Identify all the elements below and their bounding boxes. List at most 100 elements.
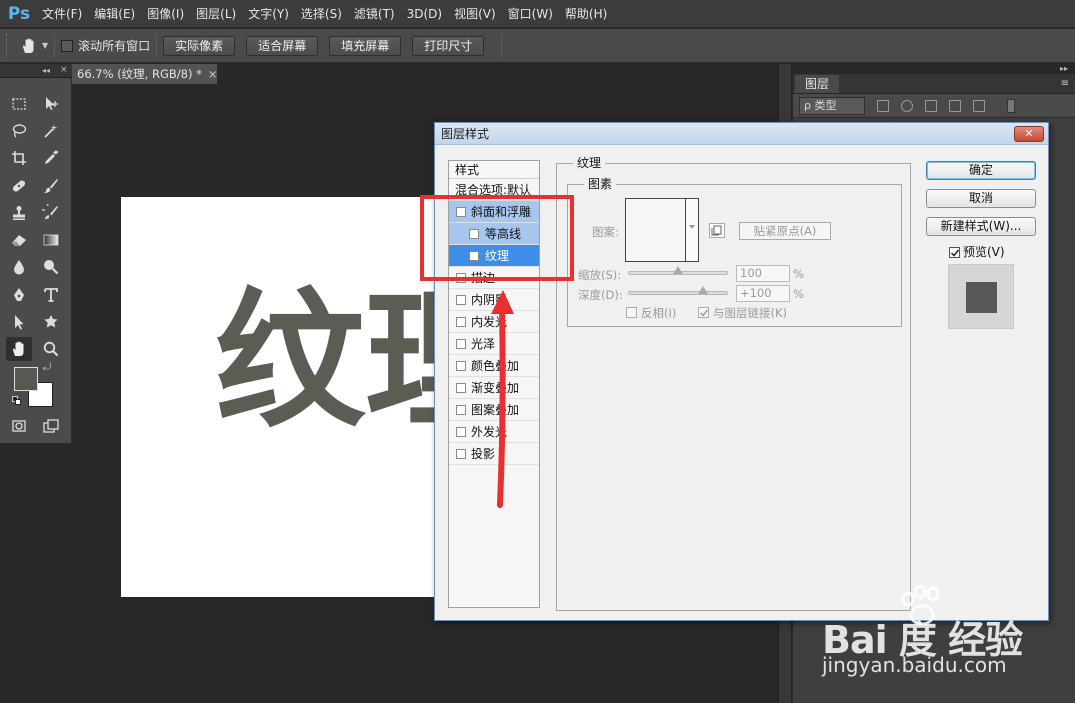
style-checkbox[interactable] [456,295,466,305]
move-tool-icon[interactable] [38,92,64,116]
collapse-panels-icon[interactable]: ▸▸ [1060,64,1068,73]
filter-adjustment-icon[interactable] [901,99,913,112]
style-checkbox[interactable] [456,449,466,459]
menu-type[interactable]: 文字(Y) [242,0,295,28]
filter-shape-icon[interactable] [949,99,961,112]
pattern-picker[interactable] [625,198,699,262]
style-checkbox[interactable] [456,317,466,327]
quick-mask-icon[interactable] [6,414,32,438]
invert-label: 反相(I) [641,306,677,320]
menu-window[interactable]: 窗口(W) [502,0,559,28]
menu-bar: Ps 文件(F) 编辑(E) 图像(I) 图层(L) 文字(Y) 选择(S) 滤… [0,0,1075,28]
collapse-panel-icon[interactable]: ◂◂ [42,64,50,77]
depth-slider-thumb[interactable] [697,286,708,294]
clone-stamp-tool-icon[interactable] [6,201,32,225]
pen-tool-icon[interactable] [6,283,32,307]
tab-layers[interactable]: 图层 [795,75,840,93]
new-preset-icon[interactable] [709,223,725,238]
crop-tool-icon[interactable] [6,146,32,170]
filter-type-icon[interactable] [925,99,937,112]
preview-label: 预览(V) [963,245,1005,259]
preview-checkbox[interactable] [949,247,960,258]
tool-preset-chevron-down-icon[interactable]: ▼ [42,41,48,50]
document-tab[interactable]: 66.7% (纹理, RGB/8) * × [72,64,218,84]
styles-list-header[interactable]: 样式 [449,161,539,179]
actual-pixels-button[interactable]: 实际像素 [163,35,236,56]
preview-toggle[interactable]: 预览(V) [949,243,1005,260]
eraser-tool-icon[interactable] [6,228,32,252]
options-separator [156,33,158,58]
fill-screen-button[interactable]: 填充屏幕 [329,35,402,56]
layer-kind-filter-select[interactable]: ρ 类型 [799,96,865,115]
custom-shape-tool-icon[interactable] [38,310,64,334]
scroll-all-windows-checkbox[interactable] [61,39,74,52]
fit-screen-button[interactable]: 适合屏幕 [246,35,319,56]
snap-to-origin-button[interactable]: 贴紧原点(A) [739,222,831,240]
ok-button[interactable]: 确定 [926,161,1036,180]
pattern-dropdown[interactable] [685,199,698,261]
menu-layer[interactable]: 图层(L) [190,0,242,28]
print-size-button[interactable]: 打印尺寸 [412,35,485,56]
swap-colors-icon[interactable]: ⤾ [43,362,51,373]
dodge-tool-icon[interactable] [38,255,64,279]
menu-edit[interactable]: 编辑(E) [88,0,141,28]
chevron-down-icon [689,225,695,229]
options-grip[interactable] [6,33,12,58]
filter-pixel-icon[interactable] [877,99,889,112]
close-panel-icon[interactable]: × [60,64,68,77]
depth-slider[interactable] [628,286,728,295]
options-separator [54,33,56,58]
scale-slider[interactable] [628,266,728,275]
menu-image[interactable]: 图像(I) [141,0,190,28]
history-brush-tool-icon[interactable] [38,201,64,225]
style-checkbox[interactable] [456,427,466,437]
healing-brush-tool-icon[interactable] [6,174,32,198]
style-checkbox[interactable] [456,383,466,393]
zoom-tool-icon[interactable] [38,337,64,361]
screen-mode-icon[interactable] [38,414,64,438]
menu-file[interactable]: 文件(F) [36,0,88,28]
scale-slider-thumb[interactable] [673,266,683,274]
annotation-arrow-icon [491,290,514,508]
scale-input[interactable]: 100 [736,265,790,282]
type-tool-icon[interactable] [38,283,64,307]
hand-tool-icon[interactable] [6,337,32,361]
document-tab-title: 66.7% (纹理, RGB/8) * [77,67,202,81]
filter-smart-object-icon[interactable] [973,99,985,112]
brush-tool-icon[interactable] [38,174,64,198]
menu-help[interactable]: 帮助(H) [559,0,613,28]
marquee-tool-icon[interactable] [6,92,32,116]
path-selection-tool-icon[interactable] [6,310,32,334]
watermark-url: jingyan.baidu.com [822,653,1007,677]
menu-3d[interactable]: 3D(D) [401,0,448,28]
new-style-button[interactable]: 新建样式(W)... [926,217,1036,236]
lasso-tool-icon[interactable] [6,119,32,143]
link-with-layer-checkbox[interactable] [698,307,709,318]
depth-input[interactable]: +100 [736,285,790,302]
dialog-title: 图层样式 [435,123,1048,145]
tools-panel-header[interactable]: ◂◂ × [0,64,72,78]
menu-filter[interactable]: 滤镜(T) [348,0,401,28]
document-canvas[interactable]: 纹理 [121,197,436,597]
style-checkbox[interactable] [456,405,466,415]
default-colors-icon[interactable] [12,396,22,406]
foreground-color-swatch[interactable] [14,367,38,391]
filter-toggle-icon[interactable] [1007,98,1015,113]
gradient-tool-icon[interactable] [38,228,64,252]
eyedropper-tool-icon[interactable] [38,146,64,170]
panel-menu-icon[interactable]: ≡ [1061,78,1069,89]
style-preview-thumbnail [948,264,1014,329]
invert-checkbox[interactable] [626,307,637,318]
cancel-button[interactable]: 取消 [926,189,1036,208]
magic-wand-tool-icon[interactable] [38,119,64,143]
menu-select[interactable]: 选择(S) [295,0,348,28]
style-checkbox[interactable] [456,339,466,349]
close-icon[interactable]: × [208,67,218,81]
scale-percent-label: % [793,267,804,281]
blur-tool-icon[interactable] [6,255,32,279]
menu-view[interactable]: 视图(V) [448,0,502,28]
hand-tool-icon[interactable] [20,37,38,55]
style-checkbox[interactable] [456,361,466,371]
dialog-close-button[interactable]: ✕ [1014,126,1044,142]
annotation-highlight-box [420,195,574,281]
